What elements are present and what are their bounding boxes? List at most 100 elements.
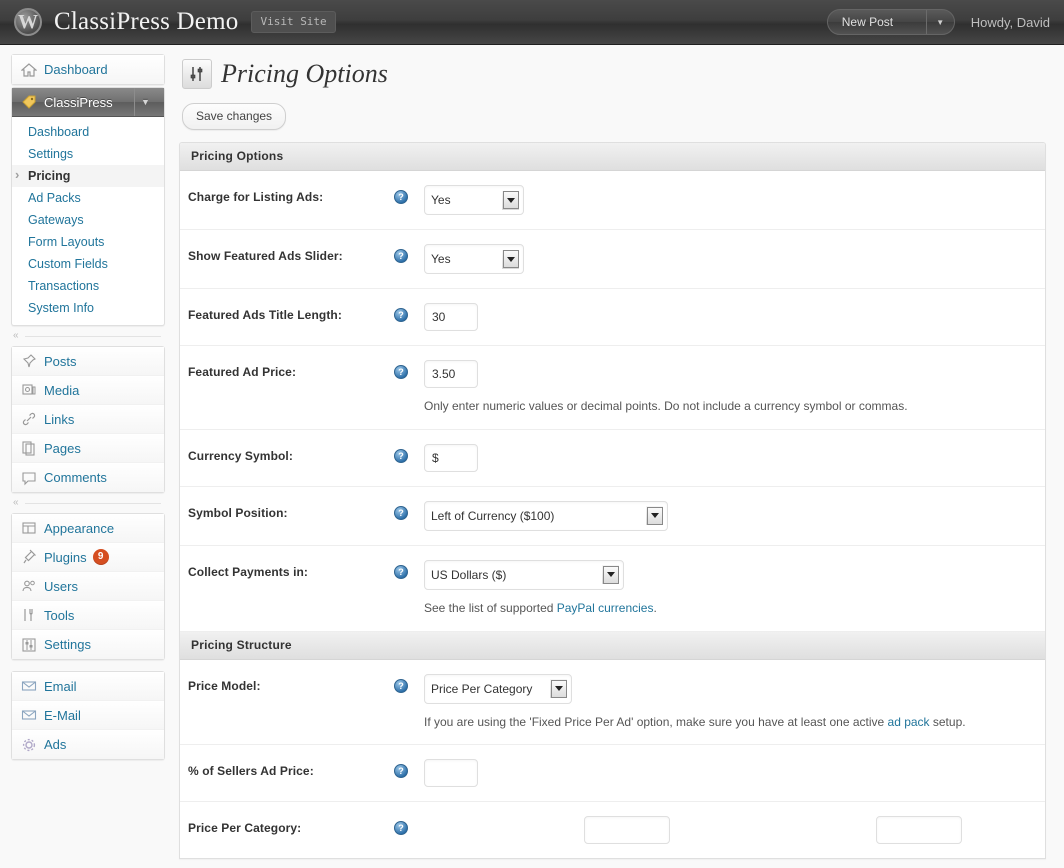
settings-sliders-icon bbox=[20, 636, 38, 654]
submenu-item-system-info[interactable]: System Info bbox=[12, 297, 164, 319]
hint-text-pre: See the list of supported bbox=[424, 601, 557, 615]
submenu-item-dashboard[interactable]: Dashboard bbox=[12, 121, 164, 143]
charge-for-listing-ads-select[interactable]: Yes bbox=[424, 185, 524, 215]
field-label: Price Per Category: bbox=[188, 816, 394, 835]
page-wrap: Dashboard ClassiPress ▼ Dashboard Settin… bbox=[0, 45, 1064, 859]
sidebar-item-tools[interactable]: Tools bbox=[12, 601, 164, 630]
sidebar-item-media[interactable]: Media bbox=[12, 376, 164, 405]
visit-site-button[interactable]: Visit Site bbox=[251, 11, 335, 33]
pricing-options-panel: Pricing Options Charge for Listing Ads: … bbox=[179, 142, 1046, 859]
field-label: Featured Ads Title Length: bbox=[188, 303, 394, 322]
sidebar-item-comments[interactable]: Comments bbox=[12, 463, 164, 492]
help-icon[interactable]: ? bbox=[394, 190, 408, 204]
chevron-down-icon[interactable]: ▼ bbox=[134, 88, 156, 116]
sidebar-item-users[interactable]: Users bbox=[12, 572, 164, 601]
sidebar-item-settings[interactable]: Settings bbox=[12, 630, 164, 659]
field-control: Price Per Category If you are using the … bbox=[416, 674, 1035, 731]
sidebar-item-ads[interactable]: Ads bbox=[12, 730, 164, 759]
divider bbox=[25, 336, 161, 337]
category-price-input-2[interactable] bbox=[876, 816, 962, 844]
dashboard-home-icon bbox=[20, 61, 38, 79]
submenu-item-transactions[interactable]: Transactions bbox=[12, 275, 164, 297]
field-control: Only enter numeric values or decimal poi… bbox=[416, 360, 1035, 415]
submenu-item-gateways[interactable]: Gateways bbox=[12, 209, 164, 231]
help-icon[interactable]: ? bbox=[394, 821, 408, 835]
sidebar-item-classipress[interactable]: ClassiPress ▼ bbox=[12, 88, 164, 117]
field-control: Left of Currency ($100) bbox=[416, 501, 1035, 531]
sidebar-item-plugins[interactable]: Plugins 9 bbox=[12, 543, 164, 572]
help-icon[interactable]: ? bbox=[394, 449, 408, 463]
sidebar-group-admin: Appearance Plugins 9 Users Tools bbox=[11, 513, 165, 660]
collect-payments-in-select-wrap: US Dollars ($) bbox=[424, 560, 624, 590]
help-icon[interactable]: ? bbox=[394, 565, 408, 579]
featured-ads-title-length-input[interactable] bbox=[424, 303, 478, 331]
save-changes-button[interactable]: Save changes bbox=[182, 103, 286, 130]
category-price-input-1[interactable] bbox=[584, 816, 670, 844]
wordpress-logo-icon[interactable]: W bbox=[14, 8, 42, 36]
currency-symbol-input[interactable] bbox=[424, 444, 478, 472]
field-label: Featured Ad Price: bbox=[188, 360, 394, 379]
price-model-select[interactable]: Price Per Category bbox=[424, 674, 572, 704]
help-icon[interactable]: ? bbox=[394, 679, 408, 693]
media-icon bbox=[20, 381, 38, 399]
page-title: Pricing Options bbox=[221, 61, 388, 87]
sidebar-item-label: Media bbox=[44, 383, 79, 398]
sidebar-item-appearance[interactable]: Appearance bbox=[12, 514, 164, 543]
new-post-button[interactable]: New Post ▼ bbox=[827, 9, 955, 35]
submenu-item-pricing[interactable]: Pricing bbox=[12, 165, 164, 187]
sidebar-item-pages[interactable]: Pages bbox=[12, 434, 164, 463]
row-currency-symbol: Currency Symbol: ? bbox=[180, 430, 1045, 487]
section-header-pricing-options: Pricing Options bbox=[180, 143, 1045, 171]
sidebar-item-label: Ads bbox=[44, 737, 66, 752]
submenu-item-custom-fields[interactable]: Custom Fields bbox=[12, 253, 164, 275]
help-icon[interactable]: ? bbox=[394, 308, 408, 322]
symbol-position-select[interactable]: Left of Currency ($100) bbox=[424, 501, 668, 531]
hint-text-post: . bbox=[653, 601, 656, 615]
collapse-icon[interactable]: « bbox=[13, 331, 19, 341]
help-icon[interactable]: ? bbox=[394, 249, 408, 263]
row-show-featured-ads-slider: Show Featured Ads Slider: ? Yes bbox=[180, 230, 1045, 289]
row-percent-of-sellers-ad-price: % of Sellers Ad Price: ? bbox=[180, 745, 1045, 802]
featured-ad-price-input[interactable] bbox=[424, 360, 478, 388]
link-icon bbox=[20, 410, 38, 428]
symbol-position-select-wrap: Left of Currency ($100) bbox=[424, 501, 668, 531]
sidebar-collapse-divider[interactable]: « bbox=[11, 326, 165, 346]
field-control bbox=[416, 759, 1035, 787]
admin-bar-right: New Post ▼ Howdy, David bbox=[827, 9, 1050, 35]
paypal-currencies-link[interactable]: PayPal currencies bbox=[557, 601, 654, 615]
submenu-item-settings[interactable]: Settings bbox=[12, 143, 164, 165]
help-icon[interactable]: ? bbox=[394, 764, 408, 778]
admin-bar: W ClassiPress Demo Visit Site New Post ▼… bbox=[0, 0, 1064, 45]
field-control bbox=[416, 816, 1035, 844]
sidebar-collapse-divider-2[interactable]: « bbox=[11, 493, 165, 513]
charge-for-listing-ads-select-wrap: Yes bbox=[424, 185, 524, 215]
sidebar-item-label: Plugins bbox=[44, 550, 87, 565]
submenu-item-form-layouts[interactable]: Form Layouts bbox=[12, 231, 164, 253]
submenu-item-ad-packs[interactable]: Ad Packs bbox=[12, 187, 164, 209]
collapse-icon[interactable]: « bbox=[13, 498, 19, 508]
field-control: US Dollars ($) See the list of supported… bbox=[416, 560, 1035, 617]
sidebar-item-dashboard[interactable]: Dashboard bbox=[12, 55, 164, 84]
hint-text-pre: If you are using the 'Fixed Price Per Ad… bbox=[424, 715, 888, 729]
sidebar-item-posts[interactable]: Posts bbox=[12, 347, 164, 376]
chevron-down-icon[interactable]: ▼ bbox=[926, 10, 954, 34]
envelope-icon bbox=[20, 677, 38, 695]
show-featured-ads-slider-select[interactable]: Yes bbox=[424, 244, 524, 274]
sidebar-item-label: Users bbox=[44, 579, 78, 594]
row-collect-payments-in: Collect Payments in: ? US Dollars ($) Se… bbox=[180, 546, 1045, 632]
field-control: Yes bbox=[416, 185, 1035, 215]
sidebar-item-e-mail[interactable]: E-Mail bbox=[12, 701, 164, 730]
users-icon bbox=[20, 577, 38, 595]
sidebar-item-email[interactable]: Email bbox=[12, 672, 164, 701]
sidebar-item-links[interactable]: Links bbox=[12, 405, 164, 434]
percent-of-sellers-ad-price-input[interactable] bbox=[424, 759, 478, 787]
help-icon[interactable]: ? bbox=[394, 365, 408, 379]
collect-payments-in-select[interactable]: US Dollars ($) bbox=[424, 560, 624, 590]
help-icon[interactable]: ? bbox=[394, 506, 408, 520]
field-label: Show Featured Ads Slider: bbox=[188, 244, 394, 263]
sidebar-item-label: Email bbox=[44, 679, 77, 694]
gear-icon bbox=[20, 736, 38, 754]
row-featured-ads-title-length: Featured Ads Title Length: ? bbox=[180, 289, 1045, 346]
howdy-greeting[interactable]: Howdy, David bbox=[971, 15, 1050, 30]
ad-pack-link[interactable]: ad pack bbox=[888, 715, 930, 729]
